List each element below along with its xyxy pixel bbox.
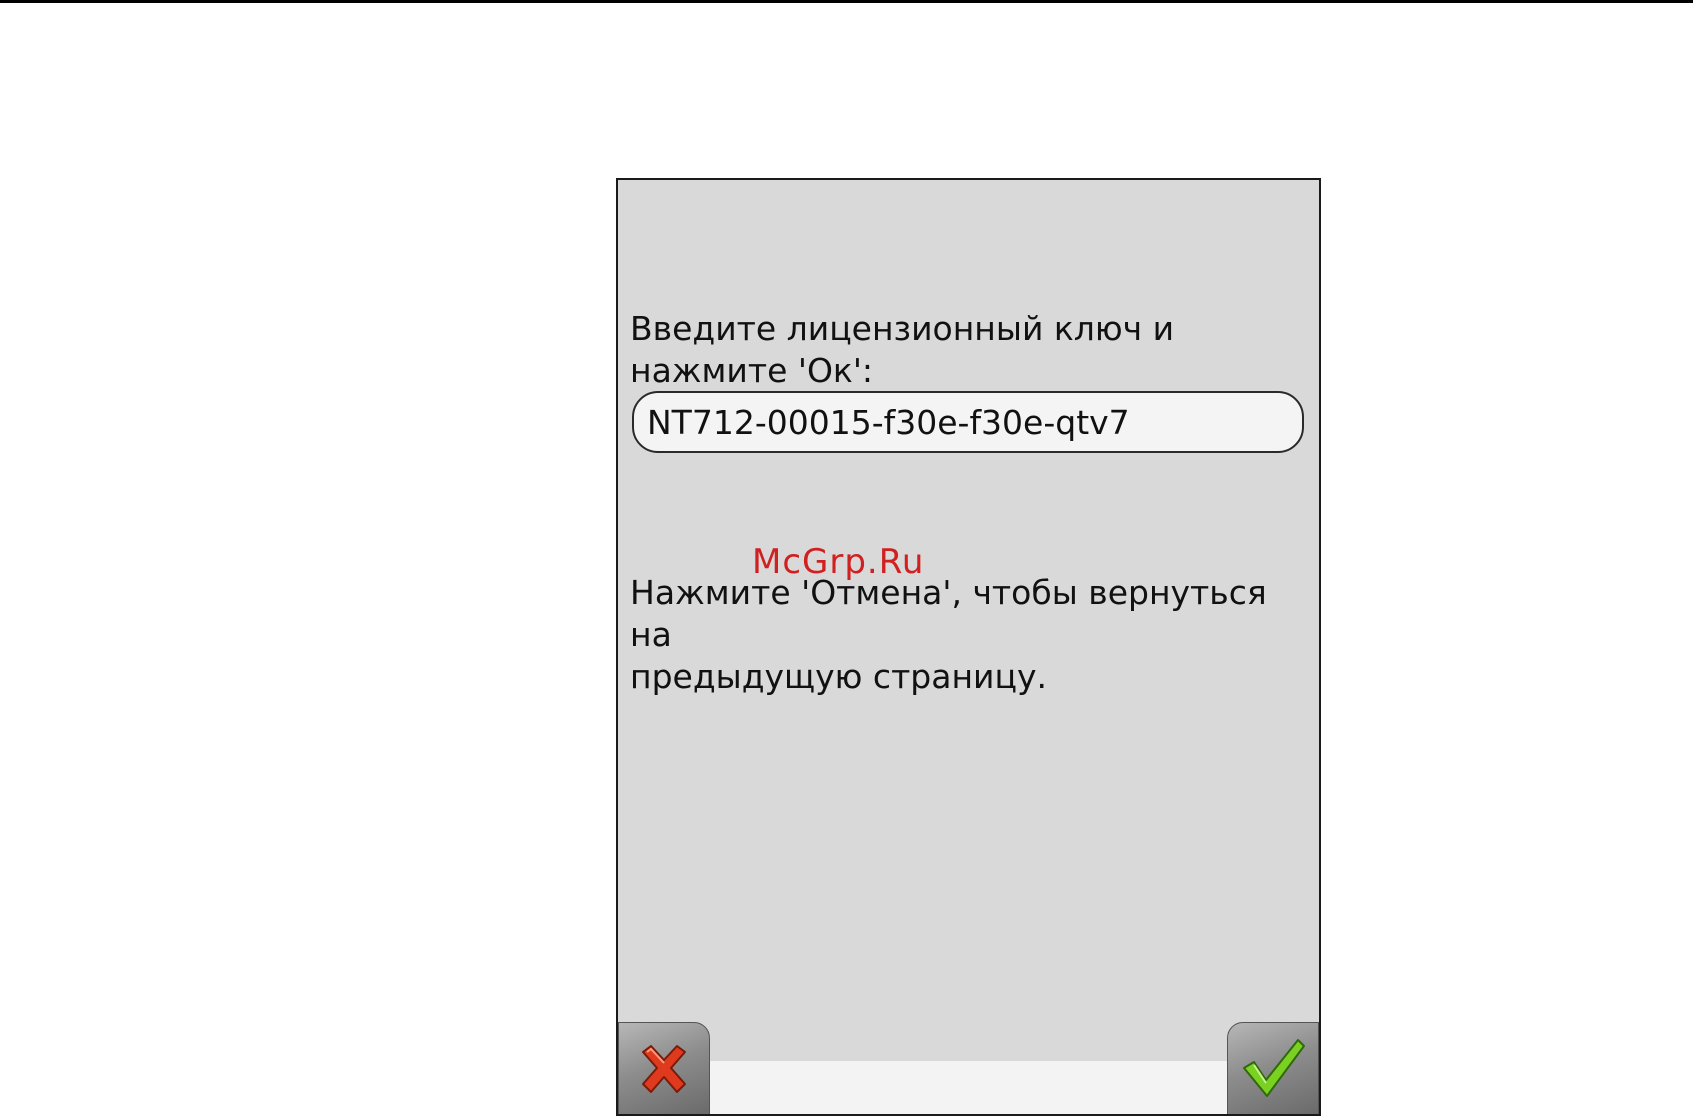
cancel-hint-text: Нажмите 'Отмена', чтобы вернуться на пре…	[630, 573, 1267, 696]
bottom-bar	[710, 1061, 1228, 1114]
checkmark-icon	[1238, 1034, 1308, 1104]
top-rule	[0, 0, 1693, 3]
license-key-prompt: Введите лицензионный ключ и нажмите 'Ок'…	[630, 309, 1175, 390]
watermark: McGrp.Ru	[752, 542, 925, 582]
close-icon	[633, 1038, 695, 1100]
cancel-button[interactable]	[618, 1022, 710, 1114]
license-key-input[interactable]	[632, 391, 1304, 453]
license-key-dialog: Введите лицензионный ключ и нажмите 'Ок'…	[616, 178, 1321, 1116]
ok-button[interactable]	[1227, 1022, 1319, 1114]
